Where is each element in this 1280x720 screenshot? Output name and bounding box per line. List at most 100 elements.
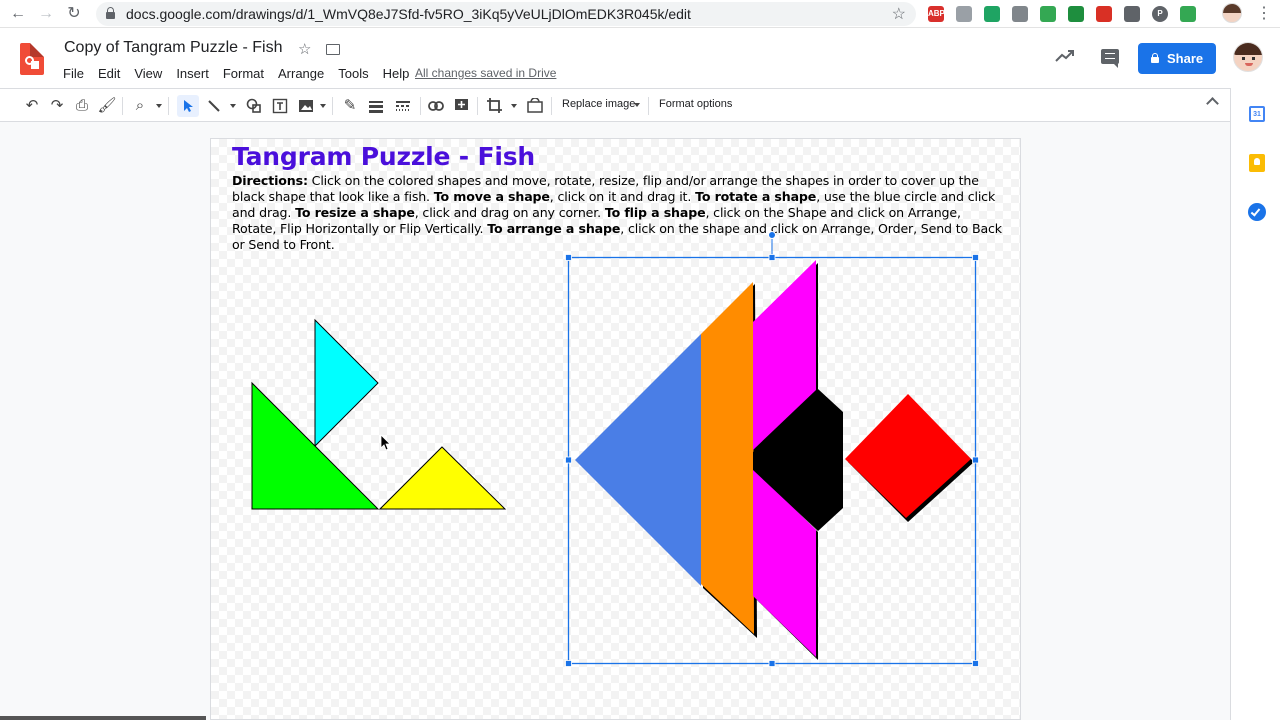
paint-format-icon[interactable]: 🖌 — [97, 95, 117, 117]
zoom-icon[interactable]: ⌕ — [130, 95, 150, 117]
replace-image-caret-icon[interactable] — [634, 103, 640, 107]
collapse-toolbar-chevron-icon[interactable] — [1206, 97, 1219, 110]
toolbar-divider — [551, 97, 552, 115]
address-bar[interactable]: docs.google.com/drawings/d/1_WmVQ8eJ7Sfd… — [96, 2, 916, 26]
resize-handle[interactable] — [972, 456, 979, 464]
redo-icon[interactable]: ↷ — [47, 95, 67, 117]
horizontal-scrollbar[interactable] — [0, 716, 206, 720]
comment-history-icon[interactable] — [1101, 49, 1119, 68]
extension-icon-2[interactable] — [956, 6, 972, 22]
google-classroom-icon[interactable] — [1068, 6, 1084, 22]
resize-handle[interactable] — [972, 254, 979, 261]
image-icon[interactable] — [296, 95, 316, 117]
line-tool-icon[interactable] — [204, 95, 224, 117]
google-drive-icon[interactable] — [984, 6, 1000, 22]
menu-tools[interactable]: Tools — [331, 65, 375, 83]
shape-tool-icon[interactable] — [244, 95, 264, 117]
toolbar-divider — [477, 97, 478, 115]
menu-edit[interactable]: Edit — [91, 65, 127, 83]
menu-bar: File Edit View Insert Format Arrange Tools Help — [56, 65, 416, 83]
toolbar-divider — [168, 97, 169, 115]
google-calendar-icon[interactable]: 31 — [1249, 106, 1265, 122]
app-header: Copy of Tangram Puzzle - Fish ☆ File Edit… — [0, 28, 1280, 88]
select-tool-icon[interactable] — [177, 95, 199, 117]
resize-handle[interactable] — [768, 254, 776, 261]
format-options-button[interactable]: Format options — [659, 98, 732, 110]
replace-image-label: Replace image — [562, 98, 636, 110]
orange-parallelogram[interactable] — [701, 282, 754, 634]
border-weight-icon[interactable] — [366, 95, 386, 117]
toolbar-divider — [332, 97, 333, 115]
resize-handle[interactable] — [565, 660, 572, 667]
extension-icon-5[interactable] — [1040, 6, 1056, 22]
activity-trend-icon[interactable] — [1054, 48, 1076, 64]
zoom-dropdown-caret-icon[interactable] — [156, 104, 162, 108]
forward-icon[interactable]: → — [36, 4, 56, 24]
screenshot-icon[interactable] — [1012, 6, 1028, 22]
rotation-handle[interactable] — [768, 231, 776, 239]
google-tasks-icon[interactable] — [1248, 203, 1266, 221]
crop-dropdown-caret-icon[interactable] — [511, 104, 517, 108]
insert-link-icon[interactable] — [426, 95, 446, 117]
resize-handle[interactable] — [565, 456, 572, 464]
document-title[interactable]: Copy of Tangram Puzzle - Fish — [64, 39, 282, 57]
line-dropdown-caret-icon[interactable] — [230, 104, 236, 108]
share-label: Share — [1167, 51, 1204, 66]
directions-text-segment: , click and drag on any corner. — [414, 205, 605, 220]
crop-icon[interactable] — [484, 95, 504, 117]
menu-view[interactable]: View — [127, 65, 169, 83]
save-status-link[interactable]: All changes saved in Drive — [415, 66, 556, 80]
image-dropdown-caret-icon[interactable] — [320, 104, 326, 108]
toolbar-divider — [648, 97, 649, 115]
share-button[interactable]: Share — [1138, 43, 1216, 74]
menu-insert[interactable]: Insert — [169, 65, 216, 83]
browser-menu-icon[interactable]: ⋮ — [1256, 4, 1272, 24]
menu-format[interactable]: Format — [216, 65, 271, 83]
undo-icon[interactable]: ↶ — [22, 95, 42, 117]
reload-icon[interactable]: ↻ — [64, 4, 84, 24]
editing-toolbar: ↶ ↷ ⎙ 🖌 ⌕ ✎ Replace image Format options — [0, 88, 1230, 122]
directions-bold-text: To move a shape — [433, 189, 550, 204]
star-icon[interactable]: ☆ — [298, 40, 311, 58]
border-color-icon[interactable]: ✎ — [340, 95, 360, 117]
pocket-icon[interactable] — [1124, 6, 1140, 22]
back-icon[interactable]: ← — [8, 4, 28, 24]
menu-help[interactable]: Help — [376, 65, 417, 83]
menu-file[interactable]: File — [56, 65, 91, 83]
menu-arrange[interactable]: Arrange — [271, 65, 331, 83]
extension-icon-7[interactable] — [1096, 6, 1112, 22]
toolbar-divider — [420, 97, 421, 115]
calendar-date: 31 — [1253, 111, 1261, 118]
pinterest-icon[interactable]: P — [1152, 6, 1168, 22]
directions-bold-text: To arrange a shape — [487, 221, 621, 236]
browser-profile-avatar[interactable] — [1222, 3, 1242, 23]
directions-bold-text: To flip a shape — [604, 205, 706, 220]
account-avatar[interactable] — [1233, 42, 1263, 72]
directions-text[interactable]: Directions: Click on the colored shapes … — [232, 173, 1002, 253]
adblock-icon[interactable]: ABP — [928, 6, 945, 22]
google-drawings-logo-icon[interactable] — [20, 43, 44, 75]
directions-bold-text: Directions: — [232, 173, 308, 188]
toolbar-divider — [122, 97, 123, 115]
resize-handle[interactable] — [768, 660, 776, 667]
print-icon[interactable]: ⎙ — [72, 95, 92, 117]
reset-image-icon[interactable] — [525, 95, 545, 117]
puzzle-title[interactable]: Tangram Puzzle - Fish — [232, 142, 535, 171]
directions-bold-text: To rotate a shape — [695, 189, 817, 204]
extension-icon-10[interactable] — [1180, 6, 1196, 22]
text-box-icon[interactable] — [270, 95, 290, 117]
lock-icon — [106, 7, 115, 19]
resize-handle[interactable] — [565, 254, 572, 261]
border-dash-icon[interactable] — [393, 95, 413, 117]
side-panel: 31 — [1230, 88, 1280, 720]
move-to-folder-icon[interactable] — [326, 44, 340, 55]
add-comment-icon[interactable] — [451, 95, 471, 117]
resize-handle[interactable] — [972, 660, 979, 667]
url-text[interactable]: docs.google.com/drawings/d/1_WmVQ8eJ7Sfd… — [126, 6, 691, 22]
share-lock-icon — [1151, 53, 1159, 63]
bookmark-star-icon[interactable]: ☆ — [892, 4, 906, 24]
replace-image-button[interactable]: Replace image — [562, 98, 635, 110]
google-keep-icon[interactable] — [1249, 154, 1265, 172]
directions-text-segment: , click on it and drag it. — [549, 189, 696, 204]
browser-toolbar: ← → ↻ docs.google.com/drawings/d/1_WmVQ8… — [0, 0, 1280, 28]
